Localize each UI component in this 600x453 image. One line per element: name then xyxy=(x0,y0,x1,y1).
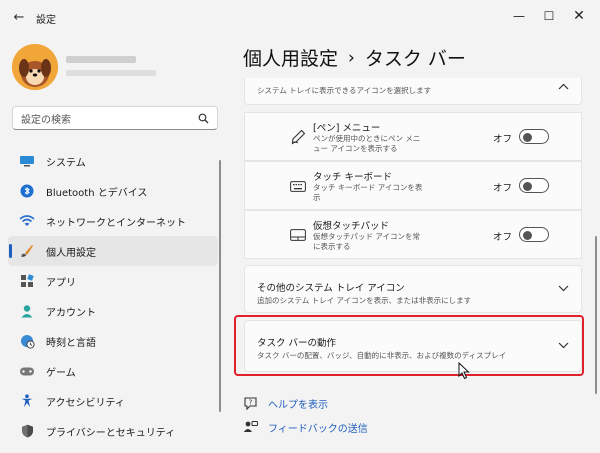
close-icon: ✕ xyxy=(573,8,585,24)
sidebar-item-accessibility[interactable]: アクセシビリティ xyxy=(8,386,218,416)
sidebar-item-personalization[interactable]: 個人用設定 xyxy=(8,236,218,266)
touch-keyboard-toggle[interactable] xyxy=(519,178,549,193)
bluetooth-icon xyxy=(18,182,36,200)
help-link-label: ヘルプを表示 xyxy=(268,399,328,411)
page-title: 個人用設定 › タスク バー xyxy=(243,44,466,71)
sidebar-item-gaming[interactable]: ゲーム xyxy=(8,356,218,386)
back-arrow-icon: ← xyxy=(13,9,25,25)
toggle-state-label: オフ xyxy=(493,134,513,145)
pen-menu-toggle[interactable] xyxy=(519,129,549,144)
brush-icon xyxy=(18,242,36,260)
setting-row-virtual-touchpad: 仮想タッチパッド 仮想タッチパッド アイコンを常に表示する オフ xyxy=(244,210,582,259)
breadcrumb-current: タスク バー xyxy=(364,48,466,70)
sidebar-item-label: 個人用設定 xyxy=(46,247,96,259)
sidebar-item-label: ゲーム xyxy=(46,367,76,379)
chevron-up-icon xyxy=(558,82,569,93)
dog-avatar-icon xyxy=(12,44,58,90)
other-system-tray-icons-card[interactable]: その他のシステム トレイ アイコン 追加のシステム トレイ アイコンを表示、また… xyxy=(244,265,582,313)
shield-icon xyxy=(18,422,36,440)
person-icon xyxy=(18,302,36,320)
sidebar-item-label: ネットワークとインターネット xyxy=(46,217,186,229)
setting-row-touch-keyboard: タッチ キーボード タッチ キーボード アイコンを表示 オフ xyxy=(244,161,582,210)
title-bar: ← 設定 — ☐ ✕ xyxy=(0,0,600,34)
help-link[interactable]: ? ヘルプを表示 xyxy=(242,395,328,411)
touchpad-icon xyxy=(289,226,307,244)
sidebar-item-accounts[interactable]: アカウント xyxy=(8,296,218,326)
feedback-link-label: フィードバックの送信 xyxy=(268,423,368,435)
sidebar-item-label: Bluetooth とデバイス xyxy=(46,187,148,199)
setting-title: タッチ キーボード xyxy=(313,172,393,183)
sidebar-item-label: アカウント xyxy=(46,307,96,319)
mouse-cursor-icon xyxy=(458,362,470,380)
maximize-button[interactable]: ☐ xyxy=(538,6,560,26)
sidebar-nav: システム Bluetooth とデバイス ネットワークとインターネット 個人用設… xyxy=(8,146,218,446)
profile-name-redacted xyxy=(66,56,136,63)
pen-icon xyxy=(289,128,307,146)
sidebar-item-time-language[interactable]: 時刻と言語 xyxy=(8,326,218,356)
close-button[interactable]: ✕ xyxy=(568,6,590,26)
gamepad-icon xyxy=(18,362,36,380)
breadcrumb-parent[interactable]: 個人用設定 xyxy=(243,44,338,71)
sidebar-item-label: アクセシビリティ xyxy=(46,397,125,409)
apps-icon xyxy=(18,272,36,290)
setting-description: 仮想タッチパッド アイコンを常に表示する xyxy=(313,232,421,251)
toggle-state-label: オフ xyxy=(493,232,513,243)
keyboard-icon xyxy=(289,177,307,195)
system-tray-subtitle: システム トレイに表示できるアイコンを選択します xyxy=(257,86,432,95)
search-icon xyxy=(197,112,209,124)
search-box[interactable]: 設定の検索 xyxy=(12,106,218,130)
sidebar-item-label: 時刻と言語 xyxy=(46,337,96,349)
accessibility-icon xyxy=(18,392,36,410)
sidebar-scrollbar[interactable] xyxy=(219,160,221,412)
content-scrollbar[interactable] xyxy=(595,236,597,394)
sidebar-item-label: アプリ xyxy=(46,277,76,289)
card-description: 追加のシステム トレイ アイコンを表示、または非表示にします xyxy=(257,296,472,305)
back-button[interactable]: ← xyxy=(10,8,28,26)
minimize-icon: — xyxy=(513,9,525,23)
svg-text:?: ? xyxy=(248,398,252,406)
globe-clock-icon xyxy=(18,332,36,350)
sidebar-item-system[interactable]: システム xyxy=(8,146,218,176)
toggle-knob xyxy=(523,181,532,191)
red-highlight-box xyxy=(234,315,584,376)
card-title: その他のシステム トレイ アイコン xyxy=(257,283,405,294)
setting-description: タッチ キーボード アイコンを表示 xyxy=(313,183,423,202)
feedback-icon xyxy=(242,419,258,435)
avatar[interactable] xyxy=(12,44,58,90)
setting-description: ペンが使用中のときにペン メニュー アイコンを表示する xyxy=(313,134,421,153)
virtual-touchpad-toggle[interactable] xyxy=(519,227,549,242)
monitor-icon xyxy=(18,152,36,170)
profile-email-redacted xyxy=(66,70,156,76)
setting-row-pen-menu: [ペン] メニュー ペンが使用中のときにペン メニュー アイコンを表示する オフ xyxy=(244,112,582,161)
sidebar-item-apps[interactable]: アプリ xyxy=(8,266,218,296)
feedback-link[interactable]: フィードバックの送信 xyxy=(242,419,368,435)
setting-title: [ペン] メニュー xyxy=(313,123,381,134)
toggle-knob xyxy=(523,230,532,240)
setting-title: 仮想タッチパッド xyxy=(313,221,390,232)
help-icon: ? xyxy=(242,395,258,411)
sidebar-item-label: プライバシーとセキュリティ xyxy=(46,427,176,439)
wifi-icon xyxy=(18,212,36,230)
system-tray-section-header[interactable]: システム トレイに表示できるアイコンを選択します xyxy=(244,78,582,105)
chevron-down-icon xyxy=(558,284,569,295)
sidebar-item-bluetooth[interactable]: Bluetooth とデバイス xyxy=(8,176,218,206)
toggle-knob xyxy=(523,132,532,142)
maximize-icon: ☐ xyxy=(543,9,555,23)
app-title: 設定 xyxy=(36,15,56,26)
sidebar-item-network[interactable]: ネットワークとインターネット xyxy=(8,206,218,236)
search-input[interactable]: 設定の検索 xyxy=(21,111,197,126)
minimize-button[interactable]: — xyxy=(508,6,530,26)
sidebar-item-label: システム xyxy=(46,157,86,169)
sidebar-item-privacy[interactable]: プライバシーとセキュリティ xyxy=(8,416,218,446)
breadcrumb-separator: › xyxy=(348,47,355,68)
toggle-state-label: オフ xyxy=(493,183,513,194)
